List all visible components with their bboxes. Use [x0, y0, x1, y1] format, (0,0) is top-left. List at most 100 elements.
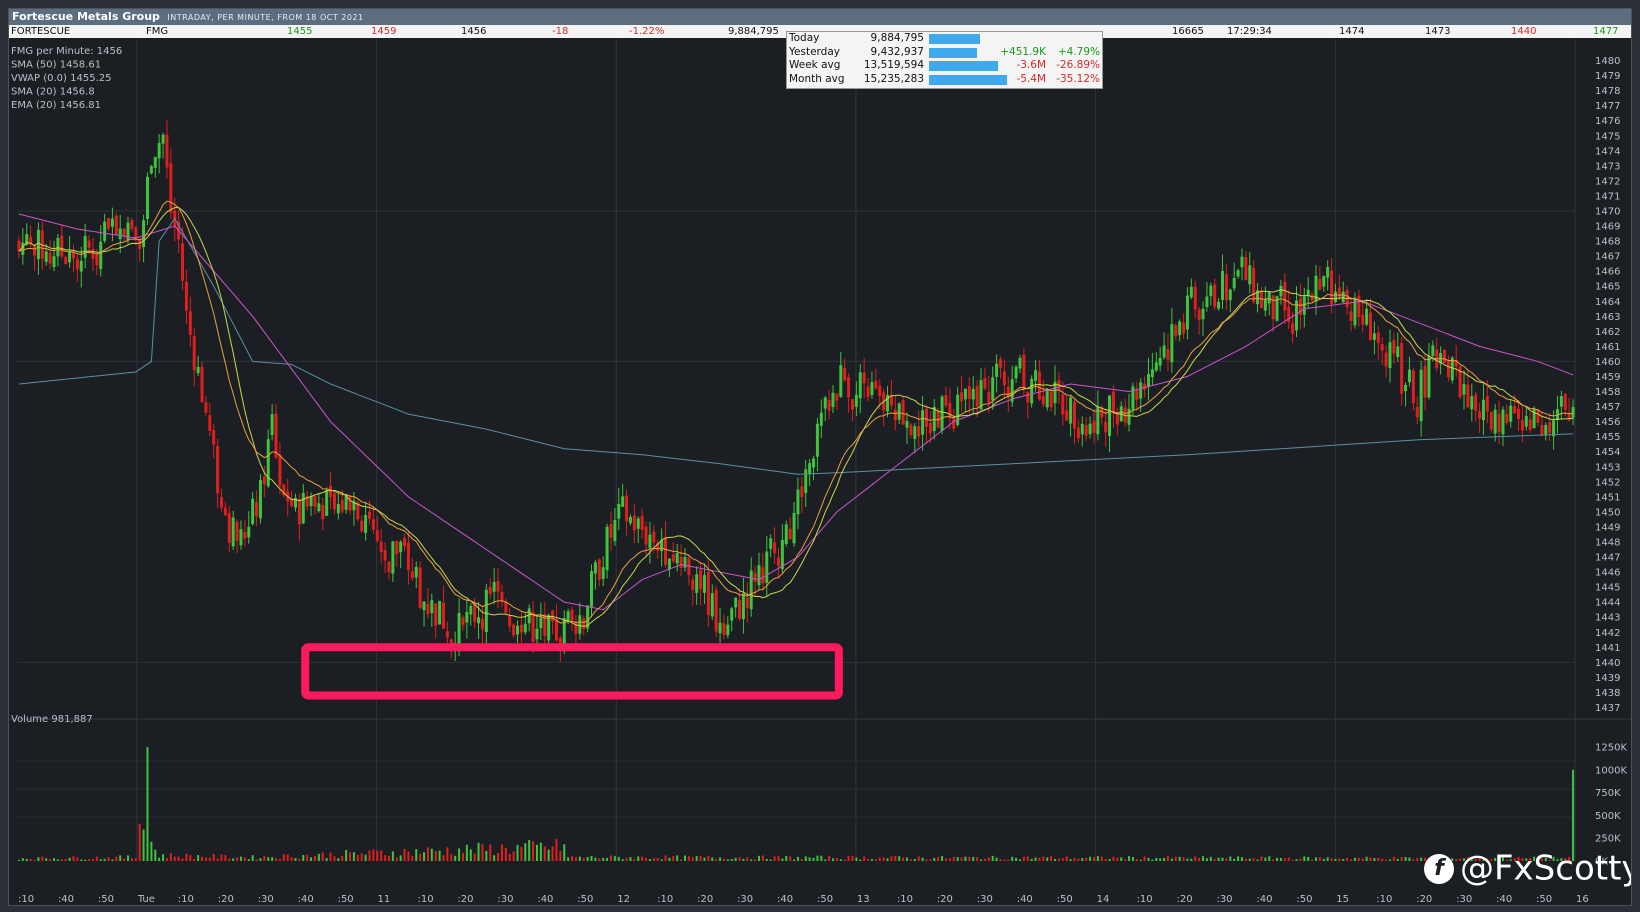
volume-bar	[259, 858, 262, 861]
candle	[1283, 273, 1287, 325]
volume-bar	[551, 846, 554, 861]
volume-bar	[321, 852, 324, 861]
volume-bar	[882, 857, 885, 861]
volume-bar	[111, 859, 114, 861]
price-tick-label: 1445	[1595, 583, 1620, 594]
price-tick-label: 1474	[1595, 146, 1620, 157]
candle	[839, 351, 843, 398]
volume-bar	[952, 856, 955, 861]
volume-bar	[33, 859, 36, 861]
volume-bar	[1330, 858, 1333, 861]
candle	[866, 377, 870, 402]
volume-bar	[664, 855, 667, 861]
volume-tick-label: 250K	[1595, 834, 1621, 845]
candle	[718, 607, 722, 650]
volume-bar	[1011, 856, 1014, 861]
candle	[1279, 279, 1283, 305]
chart-title: Fortescue Metals Group	[12, 10, 160, 23]
candle	[874, 368, 878, 390]
candle	[886, 386, 890, 418]
popup-value: 13,519,594	[863, 59, 924, 71]
volume-bar	[419, 853, 422, 861]
volume-bar	[1311, 859, 1314, 861]
volume-bar	[1120, 857, 1123, 861]
volume-bar	[1392, 856, 1395, 861]
volume-bar	[1128, 856, 1131, 861]
volume-bar	[130, 858, 133, 861]
volume-bar	[1155, 857, 1158, 861]
volume-bar	[1353, 857, 1356, 861]
price-tick-label: 1442	[1595, 628, 1620, 639]
candle	[188, 296, 192, 347]
volume-bar	[337, 858, 340, 861]
candle	[695, 566, 699, 605]
candle	[819, 399, 823, 439]
candle	[270, 403, 274, 441]
candle	[1154, 352, 1158, 372]
volume-bar	[1046, 857, 1049, 861]
volume-bar	[372, 849, 375, 861]
candle	[640, 508, 644, 540]
time-tick-label: 12	[617, 894, 630, 905]
volume-bar	[1295, 859, 1298, 861]
volume-bar	[1400, 856, 1403, 861]
candle	[212, 423, 216, 459]
sma20-line	[18, 207, 1574, 627]
candle	[1119, 401, 1123, 423]
candle	[1302, 287, 1306, 328]
volume-bar	[660, 859, 663, 861]
volume-bar	[204, 857, 207, 861]
candle	[1228, 288, 1232, 313]
volume-bar	[1365, 856, 1368, 861]
candle	[590, 564, 594, 618]
volume-bar	[843, 859, 846, 861]
volume-bar	[629, 857, 632, 861]
volume-bar	[707, 855, 710, 861]
candle	[1423, 355, 1427, 411]
time-tick-label: 14	[1097, 894, 1110, 905]
volume-bar	[976, 857, 979, 861]
volume-bar	[1135, 859, 1138, 861]
candle	[671, 542, 675, 564]
volume-bar	[870, 859, 873, 861]
quote-volume: 9,884,795	[728, 26, 779, 37]
volume-bar	[613, 856, 616, 861]
popup-label: Today	[789, 32, 820, 44]
volume-bar	[730, 859, 733, 861]
candle	[952, 408, 956, 432]
candle	[321, 497, 325, 531]
volume-bar	[423, 852, 426, 861]
candle	[1084, 417, 1088, 441]
candle	[1002, 359, 1006, 399]
volume-bar	[909, 859, 912, 861]
volume-bar	[777, 855, 780, 861]
candle	[266, 429, 270, 489]
candle	[60, 224, 64, 259]
candle	[812, 455, 816, 481]
candle	[722, 614, 726, 640]
candle	[679, 544, 683, 577]
candle	[1345, 285, 1349, 315]
volume-bar	[91, 859, 94, 861]
time-tick-label: 16	[1576, 894, 1589, 905]
candle	[998, 356, 1002, 379]
candle	[1532, 406, 1536, 429]
candle	[422, 601, 426, 627]
volume-bar	[103, 858, 106, 861]
popup-diff: -3.6M	[1016, 59, 1046, 71]
volume-bar	[699, 856, 702, 861]
candle	[95, 248, 99, 275]
candle	[745, 582, 749, 623]
volume-label: Volume 981,887	[11, 714, 93, 725]
volume-bar	[426, 847, 429, 861]
volume-bar	[847, 855, 850, 861]
candle	[870, 371, 874, 399]
candle	[917, 410, 921, 447]
candle	[889, 380, 893, 410]
volume-bar	[236, 857, 239, 861]
highlight-box	[301, 643, 843, 700]
volume-bar	[1022, 856, 1025, 861]
volume-bar	[832, 858, 835, 861]
sma50-line	[18, 213, 1574, 611]
volume-bar	[1038, 857, 1041, 861]
